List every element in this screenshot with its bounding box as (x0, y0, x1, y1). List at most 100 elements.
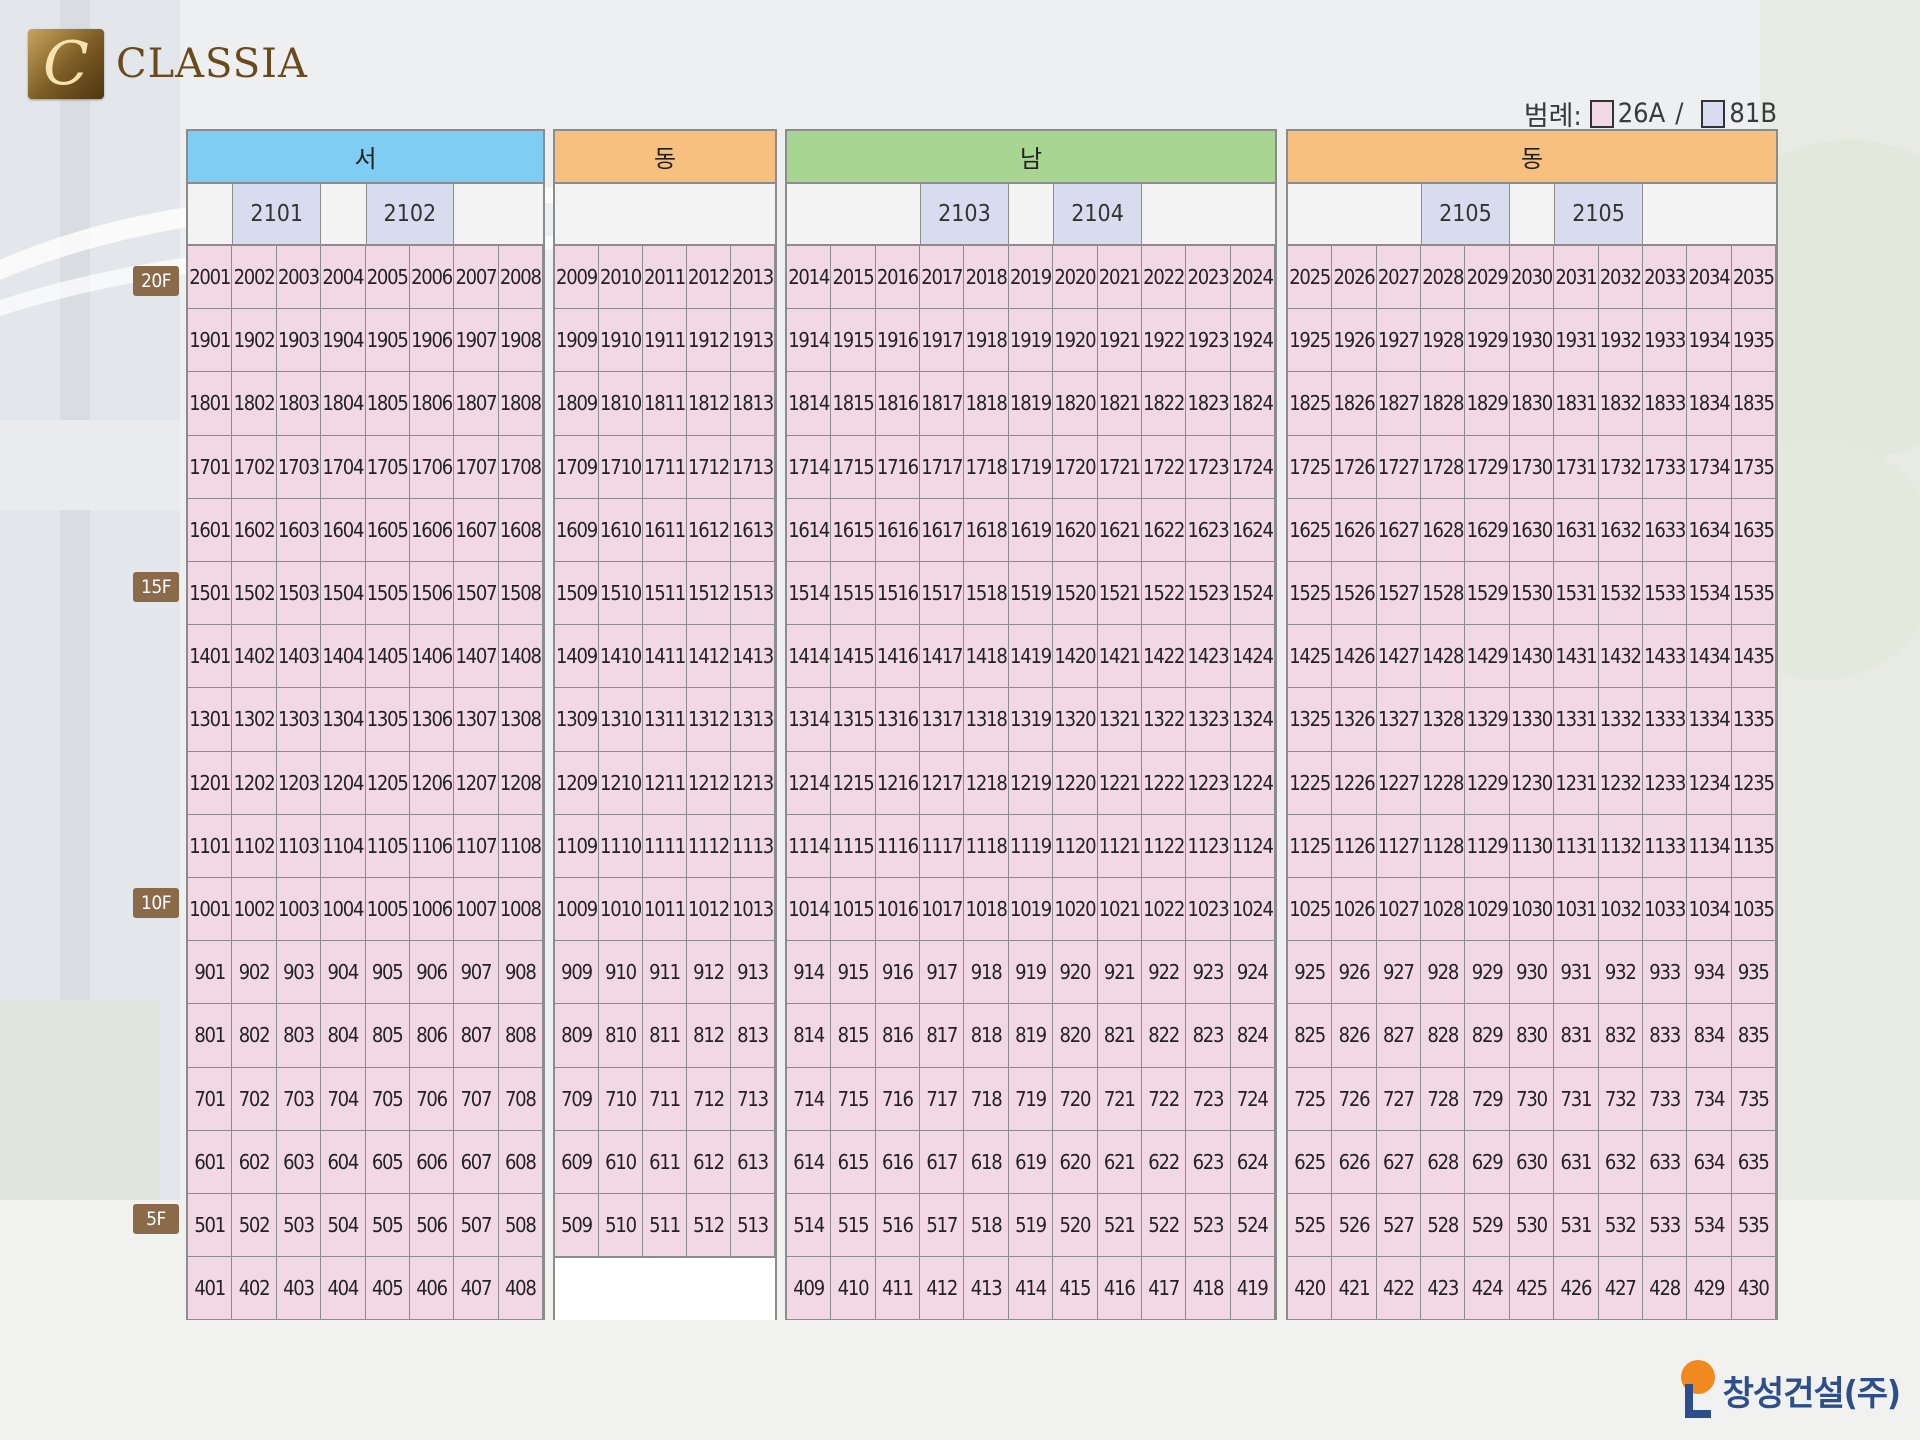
unit-cell[interactable]: 1324 (1230, 688, 1275, 752)
unit-cell[interactable]: 1125 (1288, 814, 1333, 878)
unit-cell[interactable]: 1833 (1642, 372, 1688, 436)
unit-cell[interactable]: 933 (1642, 941, 1688, 1005)
unit-cell[interactable]: 810 (599, 1004, 643, 1068)
unit-cell[interactable]: 717 (920, 1067, 965, 1131)
unit-cell[interactable]: 1317 (920, 688, 965, 752)
unit-cell[interactable]: 918 (964, 941, 1009, 1005)
unit-cell[interactable]: 1109 (555, 814, 599, 878)
unit-cell[interactable]: 1911 (643, 309, 687, 373)
unit-cell[interactable]: 1115 (831, 814, 876, 878)
unit-cell[interactable]: 1930 (1509, 309, 1555, 373)
unit-cell[interactable]: 1618 (964, 498, 1009, 562)
unit-cell[interactable]: 1404 (321, 625, 366, 689)
unit-cell[interactable]: 425 (1509, 1257, 1555, 1321)
unit-cell[interactable]: 715 (831, 1067, 876, 1131)
unit-cell[interactable]: 1305 (365, 688, 410, 752)
unit-cell[interactable]: 1913 (731, 309, 775, 373)
unit-cell[interactable]: 1515 (831, 562, 876, 626)
unit-cell[interactable]: 919 (1008, 941, 1054, 1005)
unit-cell[interactable]: 1721 (1097, 435, 1142, 499)
unit-cell[interactable]: 1818 (964, 372, 1009, 436)
unit-cell[interactable]: 835 (1731, 1004, 1776, 1068)
unit-cell[interactable]: 1205 (365, 751, 410, 815)
unit-cell[interactable]: 1333 (1642, 688, 1688, 752)
unit-cell[interactable]: 1533 (1642, 562, 1688, 626)
unit-cell[interactable]: 1222 (1141, 751, 1187, 815)
unit-cell[interactable]: 901 (188, 941, 233, 1005)
unit-cell[interactable]: 1405 (365, 625, 410, 689)
unit-cell[interactable]: 1829 (1465, 372, 1510, 436)
unit-cell[interactable]: 1231 (1554, 751, 1599, 815)
unit-cell[interactable]: 827 (1376, 1004, 1422, 1068)
unit-cell[interactable]: 2010 (599, 246, 643, 310)
unit-cell[interactable]: 734 (1687, 1067, 1732, 1131)
unit-cell[interactable]: 1406 (409, 625, 455, 689)
unit-cell[interactable]: 1204 (321, 751, 366, 815)
unit-cell[interactable]: 1821 (1097, 372, 1142, 436)
unit-cell[interactable]: 1431 (1554, 625, 1599, 689)
unit-cell[interactable]: 1108 (498, 814, 543, 878)
unit-cell[interactable]: 1002 (232, 878, 277, 942)
unit-cell[interactable]: 534 (1687, 1194, 1732, 1258)
unit-cell[interactable]: 1504 (321, 562, 366, 626)
unit-cell[interactable]: 806 (409, 1004, 455, 1068)
unit-cell[interactable]: 401 (188, 1257, 233, 1321)
unit-cell[interactable]: 603 (276, 1130, 322, 1194)
unit-cell[interactable]: 1717 (920, 435, 965, 499)
unit-cell[interactable]: 1522 (1141, 562, 1187, 626)
unit-cell[interactable]: 828 (1421, 1004, 1466, 1068)
unit-cell[interactable]: 1218 (964, 751, 1009, 815)
unit-cell[interactable]: 1726 (1332, 435, 1377, 499)
unit-cell[interactable]: 418 (1186, 1257, 1231, 1321)
unit-cell[interactable]: 1906 (409, 309, 455, 373)
unit-cell[interactable]: 1928 (1421, 309, 1466, 373)
unit-cell[interactable]: 1706 (409, 435, 455, 499)
unit-cell[interactable]: 1208 (498, 751, 543, 815)
unit-cell[interactable]: 1412 (687, 625, 731, 689)
unit-cell[interactable]: 1801 (188, 372, 233, 436)
unit-cell[interactable]: 1931 (1554, 309, 1599, 373)
unit-cell[interactable]: 2012 (687, 246, 731, 310)
unit-cell[interactable]: 733 (1642, 1067, 1688, 1131)
unit-cell[interactable]: 1734 (1687, 435, 1732, 499)
unit-cell[interactable]: 526 (1332, 1194, 1377, 1258)
unit-cell[interactable]: 1226 (1332, 751, 1377, 815)
unit-cell[interactable]: 1904 (321, 309, 366, 373)
unit-cell[interactable]: 429 (1687, 1257, 1732, 1321)
unit-cell[interactable]: 2020 (1053, 246, 1098, 310)
unit-cell[interactable]: 1414 (787, 625, 832, 689)
unit-cell[interactable]: 1419 (1008, 625, 1054, 689)
unit-cell[interactable]: 2013 (731, 246, 775, 310)
unit-cell[interactable]: 630 (1509, 1130, 1555, 1194)
unit-cell[interactable]: 824 (1230, 1004, 1275, 1068)
unit-cell[interactable]: 1302 (232, 688, 277, 752)
unit-cell[interactable]: 514 (787, 1194, 832, 1258)
unit-cell[interactable]: 1918 (964, 309, 1009, 373)
unit-cell[interactable]: 506 (409, 1194, 455, 1258)
unit-cell[interactable]: 1611 (643, 498, 687, 562)
unit-cell[interactable]: 1330 (1509, 688, 1555, 752)
unit-cell[interactable]: 1201 (188, 751, 233, 815)
unit-cell[interactable]: 1506 (409, 562, 455, 626)
unit-cell[interactable]: 812 (687, 1004, 731, 1068)
unit-cell[interactable]: 1501 (188, 562, 233, 626)
unit-cell[interactable]: 1417 (920, 625, 965, 689)
unit-cell[interactable]: 1820 (1053, 372, 1098, 436)
unit-cell[interactable]: 1111 (643, 814, 687, 878)
unit-cell[interactable]: 1025 (1288, 878, 1333, 942)
unit-cell[interactable]: 1718 (964, 435, 1009, 499)
unit-cell[interactable]: 1033 (1642, 878, 1688, 942)
unit-cell[interactable]: 627 (1376, 1130, 1422, 1194)
unit-cell[interactable]: 1720 (1053, 435, 1098, 499)
unit-cell[interactable]: 1202 (232, 751, 277, 815)
unit-cell[interactable]: 1707 (454, 435, 499, 499)
unit-cell[interactable]: 1627 (1376, 498, 1422, 562)
unit-cell[interactable]: 1011 (643, 878, 687, 942)
unit-cell[interactable]: 1119 (1008, 814, 1054, 878)
unit-cell[interactable]: 505 (365, 1194, 410, 1258)
unit-cell[interactable]: 1019 (1008, 878, 1054, 942)
unit-cell[interactable]: 1425 (1288, 625, 1333, 689)
unit-cell[interactable]: 821 (1097, 1004, 1142, 1068)
unit-cell[interactable]: 1633 (1642, 498, 1688, 562)
unit-cell[interactable]: 1809 (555, 372, 599, 436)
